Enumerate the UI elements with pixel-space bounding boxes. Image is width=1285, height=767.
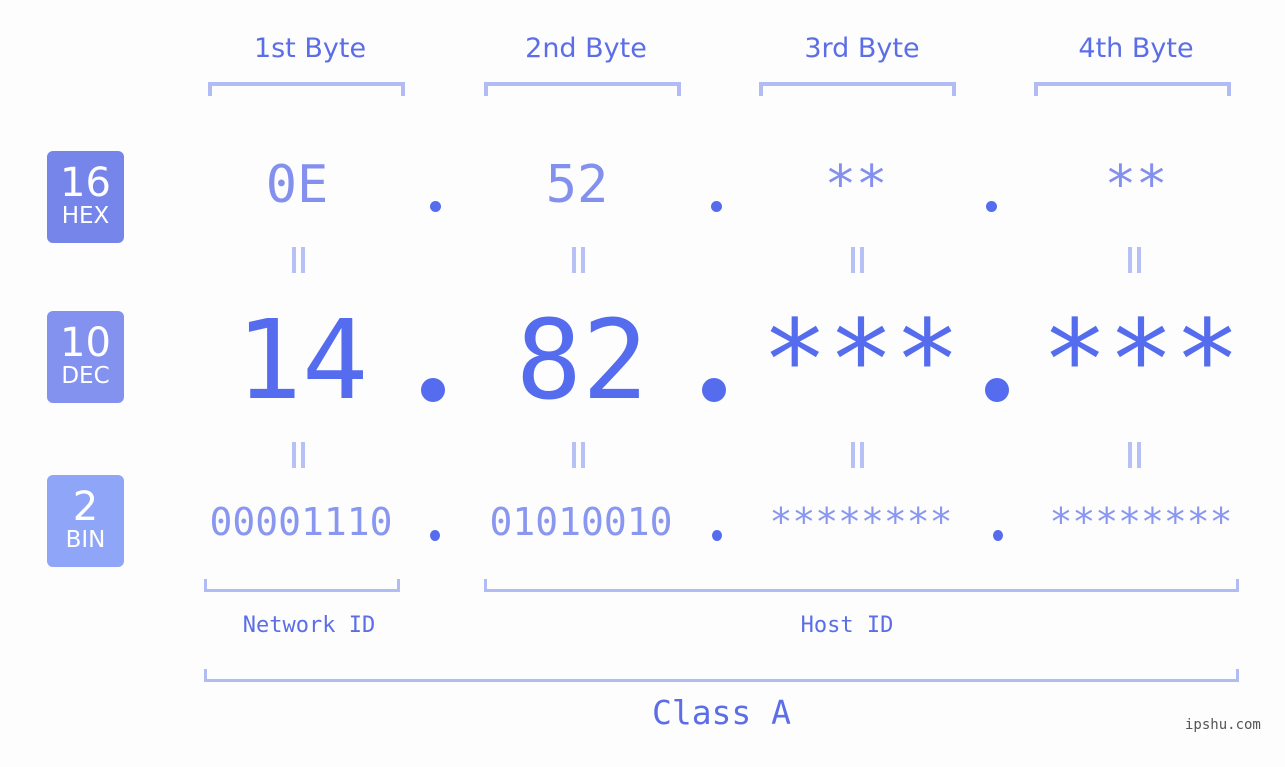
class-label: Class A (651, 693, 792, 732)
hex-byte-3: ** (824, 155, 888, 215)
equals-icon (572, 442, 586, 468)
byte-bracket-3 (759, 82, 956, 96)
badge-dec-number: 10 (60, 320, 111, 366)
dec-dot-1 (421, 378, 445, 402)
badge-bin-label: BIN (65, 527, 106, 553)
dec-dot-3 (985, 378, 1009, 402)
dec-byte-1: 14 (235, 296, 369, 424)
dec-byte-3: *** (761, 296, 961, 424)
byte-label-4: 4th Byte (1078, 33, 1194, 64)
hex-byte-1: 0E (265, 155, 329, 215)
byte-bracket-1 (208, 82, 405, 96)
equals-icon (572, 247, 586, 273)
network-id-label: Network ID (242, 613, 376, 638)
hex-dot-3 (986, 201, 997, 212)
byte-label-1: 1st Byte (253, 33, 367, 64)
equals-icon (1128, 442, 1142, 468)
class-bracket (204, 669, 1239, 682)
bin-dot-3 (993, 530, 1003, 541)
dec-byte-4: *** (1041, 296, 1241, 424)
equals-icon (292, 442, 306, 468)
byte-label-3: 3rd Byte (804, 33, 920, 64)
network-id-bracket (204, 579, 400, 592)
dec-dot-2 (702, 378, 726, 402)
badge-dec-label: DEC (61, 363, 110, 389)
bin-dot-1 (430, 530, 440, 541)
hex-dot-1 (430, 201, 441, 212)
watermark: ipshu.com (1185, 717, 1261, 733)
hex-byte-4: ** (1104, 155, 1168, 215)
badge-hex-number: 16 (60, 160, 111, 206)
bin-byte-2: 01010010 (489, 500, 673, 544)
equals-icon (1128, 247, 1142, 273)
bin-dot-2 (712, 530, 722, 541)
hex-byte-2: 52 (545, 155, 609, 215)
host-id-bracket (484, 579, 1239, 592)
badge-bin-number: 2 (72, 484, 99, 530)
badge-bin: 2 BIN (47, 475, 124, 567)
badge-hex: 16 HEX (47, 151, 124, 243)
badge-hex-label: HEX (61, 203, 110, 229)
bin-byte-3: ******** (769, 500, 953, 544)
byte-label-2: 2nd Byte (525, 33, 647, 64)
bin-byte-4: ******** (1049, 500, 1233, 544)
hex-dot-2 (711, 201, 722, 212)
equals-icon (851, 247, 865, 273)
byte-bracket-4 (1034, 82, 1231, 96)
bin-byte-1: 00001110 (209, 500, 393, 544)
host-id-label: Host ID (800, 613, 894, 638)
dec-byte-2: 82 (515, 296, 649, 424)
byte-bracket-2 (484, 82, 681, 96)
equals-icon (851, 442, 865, 468)
badge-dec: 10 DEC (47, 311, 124, 403)
equals-icon (292, 247, 306, 273)
